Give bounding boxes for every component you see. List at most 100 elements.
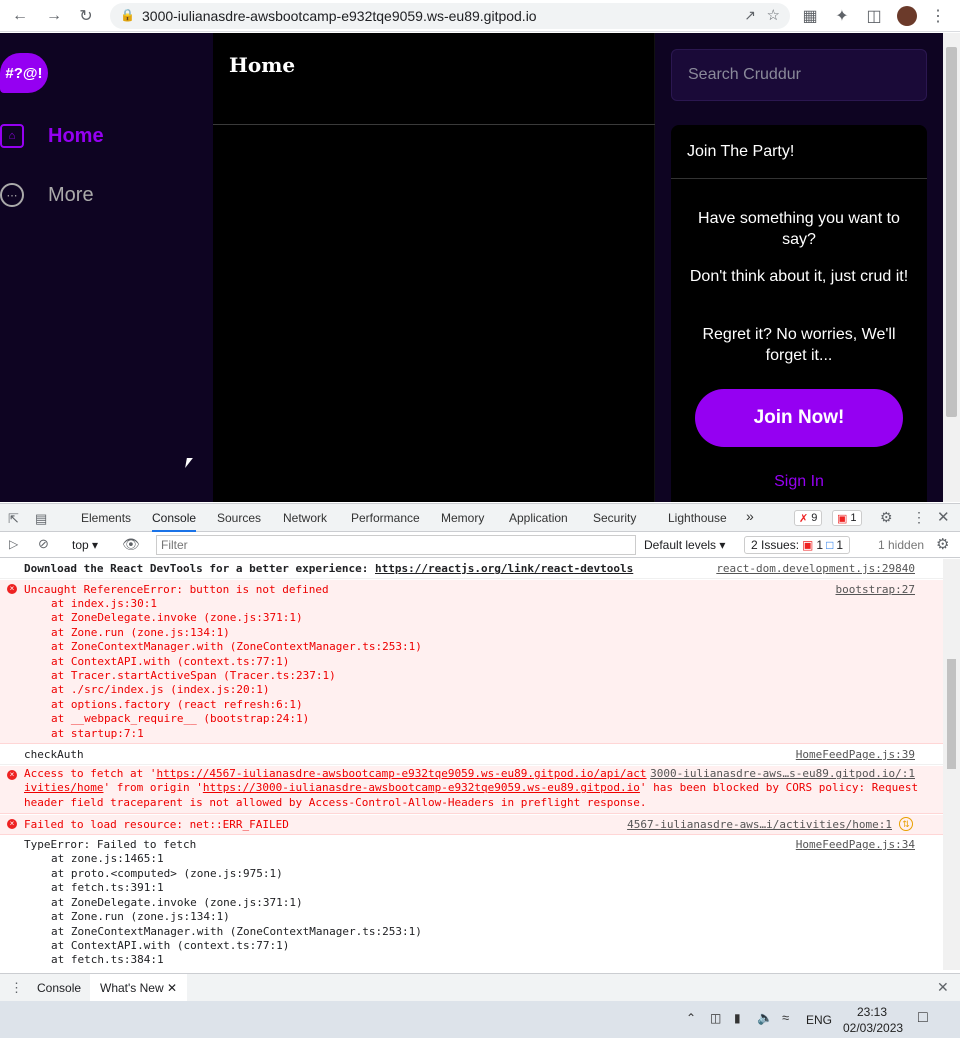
tab-performance[interactable]: Performance — [351, 511, 420, 525]
stack-line[interactable]: at Zone.run (zone.js:134:1) — [51, 910, 230, 923]
sidebar-toggle-icon[interactable]: ▷ — [9, 537, 18, 551]
cruddur-logo[interactable]: #?@! — [0, 53, 48, 93]
scroll-thumb[interactable] — [947, 659, 956, 769]
web-page: #?@! ⌂ Home ⋯ More Home Search Cruddur J… — [0, 33, 943, 502]
source-link[interactable]: react-dom.development.js:29840 — [716, 562, 915, 575]
clock-time[interactable]: 23:13 — [857, 1005, 887, 1019]
error-text: Failed to load resource: net::ERR_FAILED — [24, 818, 289, 831]
message-text: Download the React DevTools for a better… — [24, 562, 633, 575]
share-icon[interactable]: ↗ — [744, 7, 756, 24]
gear-icon[interactable]: ⚙ — [880, 509, 893, 526]
wifi-icon[interactable]: ≈ — [782, 1010, 789, 1025]
reload-icon[interactable]: ↻ — [74, 4, 98, 28]
stack-line[interactable]: at index.js:30:1 — [51, 597, 157, 610]
nav-item-more[interactable]: ⋯ More — [0, 175, 94, 215]
extension-icon[interactable]: ▦ — [798, 4, 822, 28]
feed-column: Home — [213, 33, 655, 502]
menu-kebab-icon[interactable]: ⋮ — [912, 509, 926, 526]
console-scrollbar[interactable] — [943, 559, 960, 970]
tab-network[interactable]: Network — [283, 511, 327, 525]
sign-in-link[interactable]: Sign In — [671, 473, 927, 491]
stack-line[interactable]: at ZoneDelegate.invoke (zone.js:371:1) — [51, 611, 303, 624]
stack-line[interactable]: at Zone.run (zone.js:134:1) — [51, 626, 230, 639]
close-icon[interactable]: ✕ — [167, 981, 177, 995]
profile-avatar[interactable] — [895, 4, 919, 28]
bookmark-star-icon[interactable]: ☆ — [767, 6, 780, 24]
close-icon[interactable]: ✕ — [937, 508, 950, 526]
more-tabs-chevron-icon[interactable]: » — [746, 508, 754, 524]
stack-line[interactable]: at zone.js:1465:1 — [51, 852, 164, 865]
source-link[interactable]: 3000-iulianasdre-aws…s-eu89.gitpod.io/:1 — [650, 767, 915, 780]
stack-line[interactable]: at ZoneContextManager.with (ZoneContextM… — [51, 925, 422, 938]
error-count-badge[interactable]: ✗ 9 — [794, 510, 823, 526]
tab-lighthouse[interactable]: Lighthouse — [668, 511, 727, 525]
stack-line[interactable]: at ContextAPI.with (context.ts:77:1) — [51, 939, 289, 952]
inspect-element-icon[interactable]: ⇱ — [8, 511, 19, 527]
menu-kebab-icon[interactable]: ⋮ — [10, 980, 23, 996]
address-bar[interactable]: 🔒 3000-iulianasdre-awsbootcamp-e932tqe90… — [110, 3, 790, 29]
stack-line[interactable]: at fetch.ts:384:1 — [51, 953, 164, 966]
filter-input[interactable] — [156, 535, 636, 555]
join-box-text: Don't think about it, just crud it! — [689, 268, 909, 285]
react-devtools-link[interactable]: https://reactjs.org/link/react-devtools — [375, 562, 633, 575]
windows-taskbar: ⌃ ◫ ▮ 🔈 ≈ ENG 23:13 02/03/2023 □ — [0, 1001, 960, 1038]
log-levels-select[interactable]: Default levels ▾ — [644, 538, 725, 552]
stack-line[interactable]: at ContextAPI.with (context.ts:77:1) — [51, 655, 289, 668]
network-request-icon[interactable]: ⇅ — [899, 817, 913, 831]
error-icon: × — [7, 770, 17, 780]
stack-line[interactable]: at proto.<computed> (zone.js:975:1) — [51, 867, 283, 880]
tab-memory[interactable]: Memory — [441, 511, 484, 525]
menu-kebab-icon[interactable]: ⋮ — [926, 4, 950, 28]
stack-line[interactable]: at ZoneContextManager.with (ZoneContextM… — [51, 640, 422, 653]
stack-line[interactable]: at ZoneDelegate.invoke (zone.js:371:1) — [51, 896, 303, 909]
clock-date[interactable]: 02/03/2023 — [843, 1021, 903, 1035]
source-link[interactable]: HomeFeedPage.js:34 — [796, 838, 915, 851]
tab-elements[interactable]: Elements — [81, 511, 131, 525]
forward-arrow-icon[interactable]: → — [42, 4, 66, 28]
eye-icon[interactable]: 👁 — [122, 536, 140, 553]
drawer-tab-console[interactable]: Console — [37, 981, 81, 995]
issue-count: 1 — [850, 512, 857, 524]
source-link[interactable]: 4567-iulianasdre-aws…i/activities/home:1 — [627, 818, 892, 831]
gear-icon[interactable]: ⚙ — [936, 535, 949, 553]
tab-application[interactable]: Application — [509, 511, 568, 525]
network-drive-icon[interactable]: ◫ — [710, 1011, 721, 1025]
battery-icon[interactable]: ▮ — [734, 1011, 741, 1025]
issues-button[interactable]: 2 Issues: ▣ 1 □ 1 — [744, 536, 850, 554]
chevron-up-icon[interactable]: ⌃ — [686, 1011, 696, 1025]
stack-line[interactable]: at startup:7:1 — [51, 727, 144, 740]
scroll-thumb[interactable] — [946, 47, 957, 417]
stack-line[interactable]: at options.factory (react refresh:6:1) — [51, 698, 303, 711]
context-select[interactable]: top ▾ — [72, 538, 98, 552]
error-icon: ✗ — [799, 512, 809, 525]
source-link[interactable]: bootstrap:27 — [836, 583, 915, 596]
stack-line[interactable]: at Tracer.startActiveSpan (Tracer.ts:237… — [51, 669, 336, 682]
join-now-button[interactable]: Join Now! — [695, 389, 903, 447]
stack-line[interactable]: at fetch.ts:391:1 — [51, 881, 164, 894]
notification-icon[interactable]: □ — [918, 1009, 928, 1027]
device-toolbar-icon[interactable]: ▤ — [35, 511, 47, 527]
close-icon[interactable]: ✕ — [937, 979, 949, 996]
clear-console-icon[interactable]: ⊘ — [38, 536, 49, 552]
search-input[interactable]: Search Cruddur — [671, 49, 927, 101]
error-text: header field traceparent is not allowed … — [24, 796, 647, 809]
error-url-link[interactable]: https://4567-iulianasdre-awsbootcamp-e93… — [156, 767, 646, 780]
nav-item-home[interactable]: ⌂ Home — [0, 116, 104, 156]
speaker-icon[interactable]: 🔈 — [757, 1010, 773, 1026]
source-link[interactable]: HomeFeedPage.js:39 — [796, 748, 915, 761]
console-output[interactable]: Download the React DevTools for a better… — [0, 559, 943, 970]
error-url-link[interactable]: ivities/home — [24, 781, 103, 794]
origin-url-link[interactable]: https://3000-iulianasdre-awsbootcamp-e93… — [203, 781, 640, 794]
back-arrow-icon[interactable]: ← — [8, 4, 32, 28]
puzzle-icon[interactable]: ✦ — [830, 4, 854, 28]
tab-sources[interactable]: Sources — [217, 511, 261, 525]
stack-line[interactable]: at __webpack_require__ (bootstrap:24:1) — [51, 712, 309, 725]
stack-line[interactable]: at ./src/index.js (index.js:20:1) — [51, 683, 270, 696]
tab-console[interactable]: Console — [152, 511, 197, 532]
sidebar-icon[interactable]: ◫ — [862, 4, 886, 28]
tab-security[interactable]: Security — [593, 511, 636, 525]
issue-count-badge[interactable]: ▣ 1 — [832, 510, 862, 526]
language-indicator[interactable]: ENG — [806, 1013, 832, 1027]
drawer-tab-whats-new[interactable]: What's New ✕ — [90, 974, 188, 1001]
page-scrollbar[interactable] — [943, 33, 960, 502]
